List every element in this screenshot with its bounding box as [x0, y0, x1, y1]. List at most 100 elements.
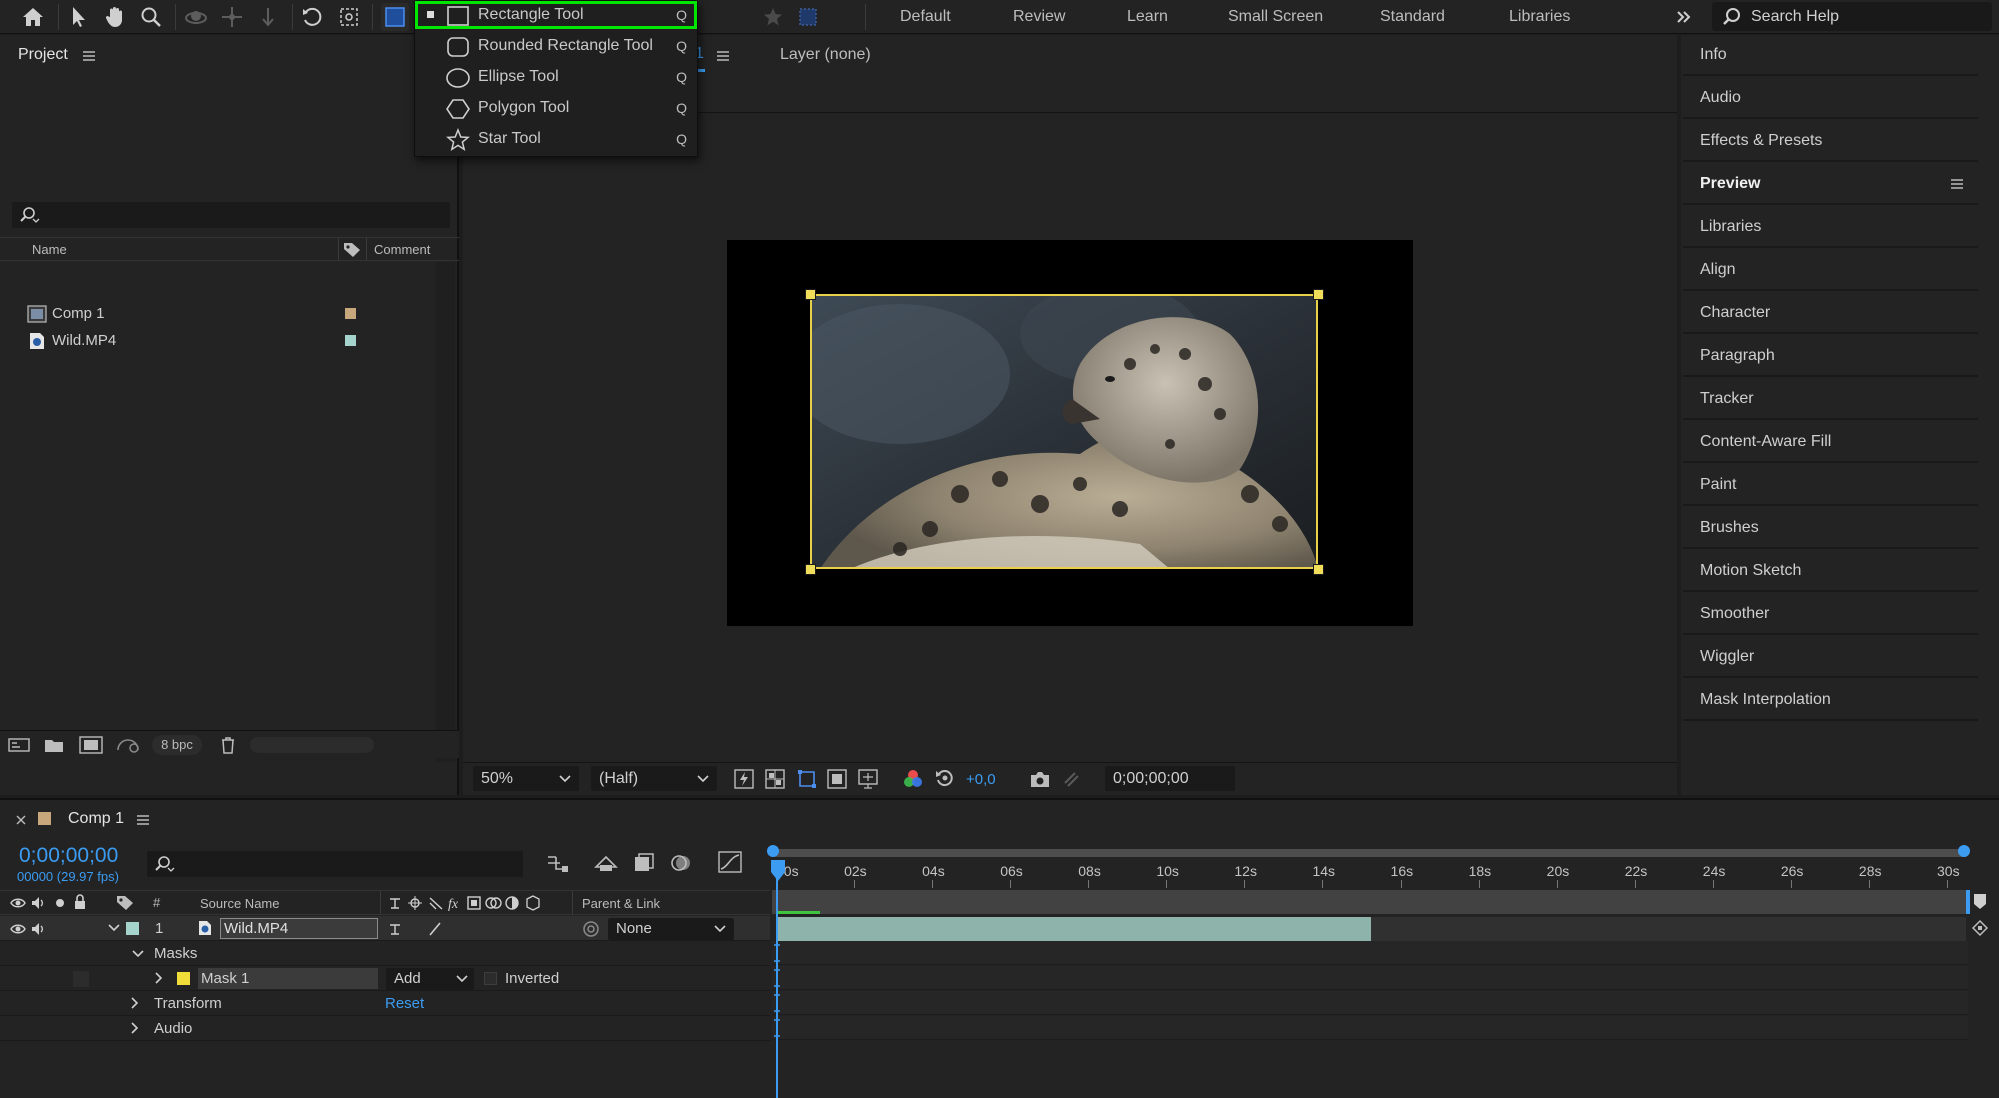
- shape-tool-icon[interactable]: [381, 3, 409, 31]
- region-of-interest-icon[interactable]: [827, 769, 847, 789]
- workspace-libraries[interactable]: Libraries: [1509, 0, 1570, 34]
- rectangle-mask-path[interactable]: [810, 294, 1318, 569]
- transform-group-row[interactable]: Transform Reset: [0, 991, 770, 1016]
- menu-item-ellipse-tool[interactable]: Ellipse Tool Q: [415, 63, 699, 94]
- lock-icon[interactable]: [73, 894, 87, 910]
- layer-duration-icon[interactable]: [1970, 918, 1990, 938]
- column-parent-link[interactable]: Parent & Link: [582, 896, 660, 911]
- layer-switches-icons[interactable]: fx: [388, 895, 548, 911]
- chevron-right-icon[interactable]: [130, 997, 140, 1009]
- project-item-comp[interactable]: Comp 1: [0, 301, 440, 327]
- label-tag-icon[interactable]: [343, 242, 361, 258]
- menu-item-star-tool[interactable]: Star Tool Q: [415, 125, 699, 156]
- composition-flowchart-icon[interactable]: [546, 853, 570, 873]
- panel-menu-icon[interactable]: [1950, 178, 1964, 190]
- mask-visibility-icon[interactable]: [796, 768, 818, 790]
- panel-item-info[interactable]: Info: [1683, 35, 1978, 76]
- mask-row[interactable]: Mask 1 Add Inverted: [0, 966, 770, 991]
- time-navigator-bar[interactable]: [772, 890, 1968, 914]
- mask-lock-toggle[interactable]: [73, 971, 89, 987]
- panel-menu-icon[interactable]: [82, 50, 96, 62]
- audio-speaker-icon[interactable]: [30, 895, 46, 911]
- viewer-menu-icon[interactable]: [716, 50, 730, 62]
- trash-icon[interactable]: [220, 736, 236, 754]
- panel-item-character[interactable]: Character: [1683, 293, 1978, 334]
- grid-guides-icon[interactable]: [858, 769, 878, 789]
- timeline-search-input[interactable]: [147, 851, 523, 877]
- search-help-field[interactable]: Search Help: [1712, 2, 1992, 31]
- chevron-down-icon[interactable]: [108, 923, 120, 933]
- rotation-tool-icon[interactable]: [298, 3, 326, 31]
- panel-item-motion-sketch[interactable]: Motion Sketch: [1683, 551, 1978, 592]
- star-favorite-icon[interactable]: [759, 3, 787, 31]
- timeline-current-time[interactable]: 0;00;00;00: [19, 844, 118, 868]
- mask-vertex-handle[interactable]: [1313, 289, 1324, 300]
- work-area-bar[interactable]: [772, 849, 1968, 857]
- workspace-small-screen[interactable]: Small Screen: [1228, 0, 1323, 34]
- workspace-default[interactable]: Default: [900, 0, 951, 34]
- panel-item-smoother[interactable]: Smoother: [1683, 594, 1978, 635]
- menu-item-rounded-rectangle-tool[interactable]: Rounded Rectangle Tool Q: [415, 32, 699, 63]
- draft-3d-icon[interactable]: [594, 853, 618, 873]
- parent-dropdown[interactable]: None: [608, 918, 734, 940]
- panel-item-audio[interactable]: Audio: [1683, 78, 1978, 119]
- layer-name-field[interactable]: Wild.MP4: [220, 918, 378, 939]
- comp-marker-bin-icon[interactable]: [1972, 892, 1988, 910]
- column-source-name[interactable]: Source Name: [200, 896, 279, 911]
- parent-pickwhip-icon[interactable]: [582, 920, 600, 938]
- timeline-comp-tab[interactable]: Comp 1: [68, 810, 124, 828]
- dolly-camera-icon[interactable]: [254, 3, 282, 31]
- mask-vertex-handle[interactable]: [1313, 564, 1324, 575]
- exposure-value[interactable]: +0,0: [966, 771, 996, 788]
- project-search-input[interactable]: [12, 202, 450, 228]
- zoom-tool-icon[interactable]: [137, 3, 165, 31]
- work-area-end-handle[interactable]: [1958, 845, 1970, 859]
- shy-layers-icon[interactable]: [633, 853, 655, 873]
- audio-group-row[interactable]: Audio: [0, 1016, 770, 1041]
- workspace-review[interactable]: Review: [1013, 0, 1065, 34]
- show-snapshot-icon[interactable]: [1061, 769, 1081, 789]
- new-composition-icon[interactable]: [79, 736, 103, 754]
- pan-camera-icon[interactable]: [218, 3, 246, 31]
- selection-tool-icon[interactable]: [65, 3, 93, 31]
- panel-item-brushes[interactable]: Brushes: [1683, 508, 1978, 549]
- panel-item-preview[interactable]: Preview: [1683, 164, 1978, 205]
- panel-item-effects-presets[interactable]: Effects & Presets: [1683, 121, 1978, 162]
- mask-color-swatch[interactable]: [177, 972, 190, 985]
- layer-label-swatch[interactable]: [126, 922, 139, 935]
- transparency-grid-icon[interactable]: [765, 769, 785, 789]
- thumbnail-size-slider[interactable]: [250, 737, 374, 753]
- audio-speaker-icon[interactable]: [30, 921, 46, 937]
- menu-item-rectangle-tool[interactable]: Rectangle Tool Q: [415, 1, 699, 32]
- panel-item-align[interactable]: Align: [1683, 250, 1978, 291]
- navigator-end-marker[interactable]: [1966, 890, 1970, 914]
- panel-item-paragraph[interactable]: Paragraph: [1683, 336, 1978, 377]
- label-tag-icon[interactable]: [116, 895, 134, 911]
- timeline-menu-icon[interactable]: [136, 814, 150, 826]
- frame-blending-icon[interactable]: [670, 853, 692, 873]
- chevron-down-icon[interactable]: [132, 949, 144, 959]
- project-item-footage[interactable]: Wild.MP4: [0, 328, 440, 354]
- panel-item-wiggler[interactable]: Wiggler: [1683, 637, 1978, 678]
- mask-vertex-handle[interactable]: [805, 564, 816, 575]
- new-folder-icon[interactable]: [44, 737, 64, 753]
- chevron-right-icon[interactable]: [130, 1022, 140, 1034]
- panel-item-mask-interpolation[interactable]: Mask Interpolation: [1683, 680, 1978, 721]
- solo-dot-icon[interactable]: [54, 897, 66, 909]
- column-comment[interactable]: Comment: [374, 242, 430, 257]
- workspace-learn[interactable]: Learn: [1127, 0, 1168, 34]
- mask-vertex-handle[interactable]: [805, 289, 816, 300]
- workspace-standard[interactable]: Standard: [1380, 0, 1445, 34]
- double-chevron-right-icon[interactable]: [1670, 3, 1698, 31]
- close-icon[interactable]: [15, 814, 27, 826]
- video-eye-icon[interactable]: [10, 896, 26, 910]
- masks-group-row[interactable]: Masks: [0, 941, 770, 966]
- label-color-swatch[interactable]: [345, 335, 356, 346]
- project-scrollbar[interactable]: [435, 262, 455, 762]
- home-icon[interactable]: [19, 3, 47, 31]
- menu-item-polygon-tool[interactable]: Polygon Tool Q: [415, 94, 699, 125]
- panel-item-content-aware-fill[interactable]: Content-Aware Fill: [1683, 422, 1978, 463]
- hand-tool-icon[interactable]: [101, 3, 129, 31]
- current-time-indicator-head[interactable]: [770, 860, 786, 882]
- layer-switch-toggles[interactable]: [388, 921, 468, 937]
